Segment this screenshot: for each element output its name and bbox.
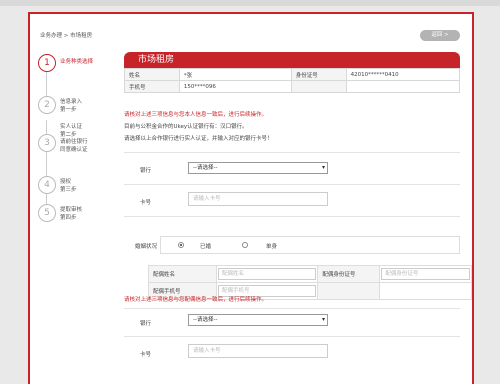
step-number: 4 <box>38 176 56 194</box>
bank2-select[interactable]: --请选择-- ▾ <box>188 314 328 326</box>
step-number: 2 <box>38 96 56 114</box>
step-label: 实人认证 第二步 请前往银行 同意确认证 <box>60 124 88 153</box>
step-number: 3 <box>38 134 56 152</box>
main-frame: 业务办理 > 市场租房 返回 > 1 业务种类选择 2 信息录入 第一步 3 实人… <box>28 12 474 384</box>
step-label: 业务种类选择 <box>60 59 94 65</box>
section-header: 市场租房 <box>124 52 460 68</box>
marital-label: 婚姻状况 <box>135 244 158 250</box>
spouse-name-label: 配偶姓名 <box>148 265 217 283</box>
step-connector <box>46 120 47 134</box>
bank-label: 银行 <box>140 168 152 174</box>
card2-input[interactable]: 请输入卡号 <box>188 344 328 358</box>
chevron-down-icon: ▾ <box>321 316 325 323</box>
spouse-id-label: 配偶身份证号 <box>317 265 381 283</box>
empty-cell <box>317 282 381 300</box>
spouse-id-input[interactable]: 配偶身份证号 <box>381 268 470 280</box>
phone-label: 手机号 <box>124 80 180 93</box>
breadcrumb: 业务办理 > 市场租房 <box>40 33 93 39</box>
card2-label: 卡号 <box>140 352 152 358</box>
divider <box>124 336 460 337</box>
radio-single[interactable] <box>242 242 248 248</box>
step-label: 提取审核 第四步 <box>60 207 83 221</box>
empty-cell <box>379 282 472 300</box>
id-label: 身份证号 <box>290 68 347 81</box>
top-strip <box>0 0 500 6</box>
warning-text: 请核对上述三项信息与您本人信息一致后，进行后续操作。 <box>124 112 268 118</box>
instruction-note: 请选择以上合作银行进行实人认证，并输入对应的银行卡号！ <box>124 136 273 142</box>
section-title: 市场租房 <box>138 55 175 65</box>
step-number: 1 <box>38 54 56 72</box>
empty-cell <box>345 80 461 93</box>
card-label: 卡号 <box>140 200 152 206</box>
bank-note: 目前与公积金合作的Ukey认证银行有：汉口银行。 <box>124 124 248 130</box>
applicant-info-table: 姓名 *张 身份证号 42010******0410 手机号 150****09… <box>124 68 461 93</box>
step-connector <box>46 70 47 96</box>
phone-value: 150****096 <box>178 80 292 93</box>
bank2-label: 银行 <box>140 321 152 327</box>
spouse-name-cell: 配偶姓名 <box>215 265 319 283</box>
card-input[interactable]: 请输入卡号 <box>188 192 328 206</box>
married-label: 已婚 <box>200 244 212 250</box>
step-number: 5 <box>38 204 56 222</box>
single-label: 单身 <box>266 244 278 250</box>
divider <box>124 216 460 217</box>
divider <box>124 308 460 309</box>
chevron-down-icon: ▾ <box>321 164 325 171</box>
bank-select[interactable]: --请选择-- ▾ <box>188 162 328 174</box>
spouse-name-input[interactable]: 配偶姓名 <box>217 268 317 280</box>
id-value: 42010******0410 <box>345 68 461 81</box>
spouse-id-cell: 配偶身份证号 <box>379 265 472 283</box>
radio-married[interactable] <box>178 242 184 248</box>
divider <box>124 152 460 153</box>
step-label: 信息录入 第一步 <box>60 99 83 113</box>
spouse-warning-text: 请核对上述三项信息与您配偶信息一致后，进行后续操作。 <box>124 297 268 303</box>
back-button[interactable]: 返回 > <box>420 30 460 41</box>
step-connector <box>46 150 47 176</box>
name-value: *张 <box>178 68 292 81</box>
back-button-label: 返回 > <box>431 32 449 38</box>
bank-select-value: --请选择-- <box>193 165 218 171</box>
divider <box>124 184 460 185</box>
empty-cell <box>290 80 347 93</box>
bank2-select-value: --请选择-- <box>193 317 218 323</box>
step-label: 授权 第三步 <box>60 179 77 193</box>
name-label: 姓名 <box>124 68 180 81</box>
